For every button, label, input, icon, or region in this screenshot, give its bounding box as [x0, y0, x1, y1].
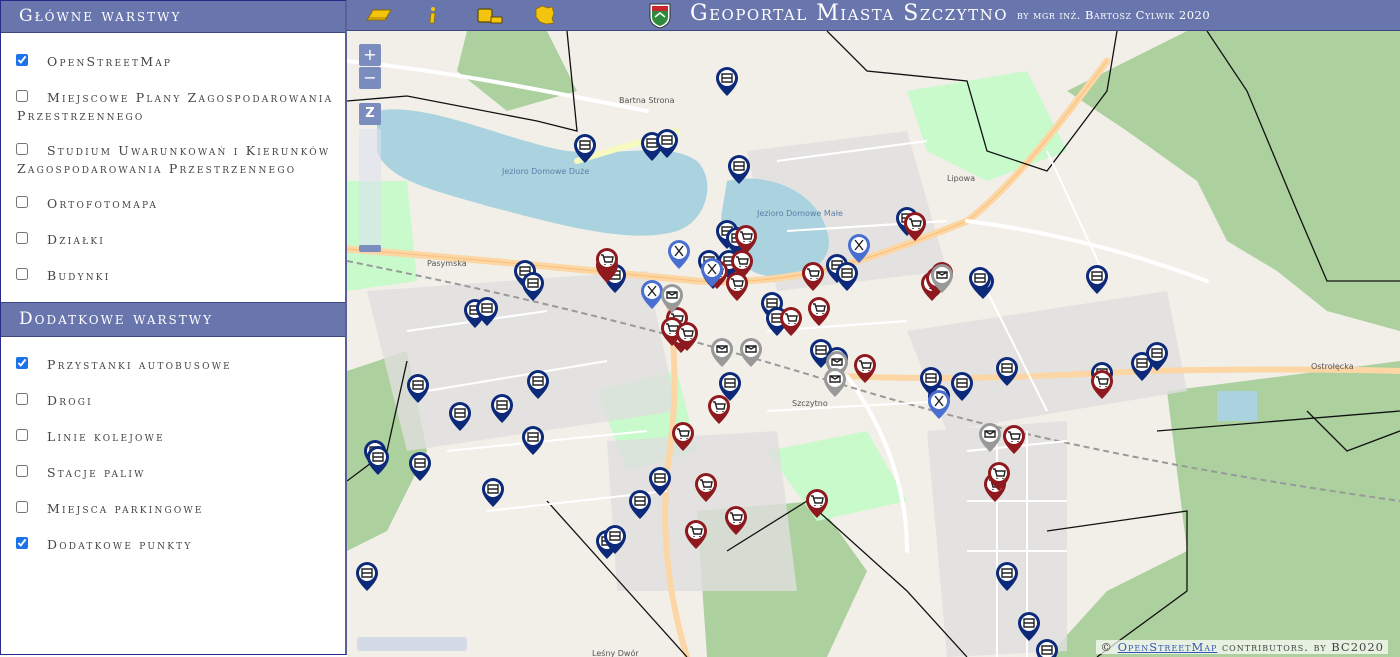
author-byline: by mgr inż. Bartosz Cylwik 2020: [1017, 8, 1211, 22]
city-coat-of-arms-icon: [649, 3, 671, 29]
layer-mpzp-checkbox[interactable]: [16, 90, 28, 102]
zoom-in-button[interactable]: +: [359, 44, 381, 66]
top-bar: Geoportal Miasta Szczytno by mgr inż. Ba…: [347, 0, 1400, 31]
layer-budynki[interactable]: Budynki: [1, 267, 345, 285]
region-icon[interactable]: [535, 5, 555, 25]
measure-area-icon[interactable]: [477, 8, 503, 24]
layers-sidebar: Główne warstwy OpenStreetMap Miejscowe P…: [0, 0, 347, 655]
label-lipowa: Lipowa: [947, 174, 975, 183]
map-view[interactable]: Jezioro Domowe Duże Jezioro Domowe Małe …: [347, 31, 1400, 657]
layer-railways[interactable]: Linie kolejowe: [1, 428, 345, 446]
layer-label: Miejscowe Plany Zagospodarowania Przestr…: [17, 90, 334, 123]
layer-extra-points[interactable]: Dodatkowe punkty: [1, 536, 345, 554]
layer-label: OpenStreetMap: [47, 54, 173, 69]
layer-roads-checkbox[interactable]: [16, 393, 28, 405]
label-lake-small: Jezioro Domowe Małe: [756, 209, 843, 218]
extra-layers-header: Dodatkowe warstwy: [1, 302, 345, 337]
layer-studium-checkbox[interactable]: [16, 143, 28, 155]
layer-openstreetmap-checkbox[interactable]: [16, 54, 28, 66]
layer-parking[interactable]: Miejsca parkingowe: [1, 500, 345, 518]
label-lake-large: Jezioro Domowe Duże: [501, 167, 589, 176]
label-pasymska: Pasymska: [427, 259, 467, 268]
layer-label: Stacje paliw: [47, 465, 146, 480]
layer-label: Dodatkowe punkty: [47, 537, 193, 552]
layer-bus-stops[interactable]: Przystanki autobusowe: [1, 356, 345, 374]
main-layers-header: Główne warstwy: [1, 1, 345, 33]
layer-mpzp[interactable]: Miejscowe Plany Zagospodarowania Przestr…: [1, 89, 345, 125]
layer-label: Ortofotomapa: [47, 196, 159, 211]
layer-budynki-checkbox[interactable]: [16, 268, 28, 280]
layer-label: Przystanki autobusowe: [47, 357, 232, 372]
layer-studium[interactable]: Studium Uwarunkowań i Kierunków Zagospod…: [1, 142, 345, 178]
layer-fuel-stations[interactable]: Stacje paliw: [1, 464, 345, 482]
label-lesny-dwor: Leśny Dwór: [592, 648, 639, 657]
layer-parking-checkbox[interactable]: [16, 501, 28, 513]
zoom-slider-handle[interactable]: [359, 245, 381, 252]
layer-bus-stops-checkbox[interactable]: [16, 357, 28, 369]
layer-extra-points-checkbox[interactable]: [16, 537, 28, 549]
layer-ortofotomapa[interactable]: Ortofotomapa: [1, 195, 345, 213]
zoom-out-button[interactable]: −: [359, 67, 381, 89]
label-ostrolecka: Ostrołęcka: [1311, 362, 1354, 371]
layer-label: Budynki: [47, 268, 111, 283]
osm-attribution-link[interactable]: OpenStreetMap: [1118, 640, 1218, 654]
map-canvas[interactable]: Jezioro Domowe Duże Jezioro Domowe Małe …: [347, 31, 1400, 657]
overview-map-toggle[interactable]: [357, 637, 467, 651]
layer-label: Miejsca parkingowe: [47, 501, 204, 516]
zoom-slider-track[interactable]: [359, 129, 381, 249]
attribution-suffix: contributors. by BC2020: [1217, 640, 1384, 654]
info-icon[interactable]: [429, 7, 436, 24]
label-szczytno: Szczytno: [792, 399, 828, 408]
layer-label: Działki: [47, 232, 106, 247]
zoom-extent-button[interactable]: Z: [359, 103, 381, 125]
attribution-prefix: ©: [1100, 640, 1118, 654]
layer-fuel-stations-checkbox[interactable]: [16, 465, 28, 477]
layer-dzialki-checkbox[interactable]: [16, 232, 28, 244]
layer-railways-checkbox[interactable]: [16, 429, 28, 441]
layer-ortofotomapa-checkbox[interactable]: [16, 196, 28, 208]
layer-label: Drogi: [47, 393, 93, 408]
layer-roads[interactable]: Drogi: [1, 392, 345, 410]
layer-label: Linie kolejowe: [47, 429, 165, 444]
page-title: Geoportal Miasta Szczytno: [690, 1, 1009, 26]
layer-dzialki[interactable]: Działki: [1, 231, 345, 249]
map-attribution: © OpenStreetMap contributors. by BC2020: [1096, 640, 1388, 654]
ruler-icon[interactable]: [366, 9, 392, 21]
layer-openstreetmap[interactable]: OpenStreetMap: [1, 53, 345, 71]
label-bartna-strona: Bartna Strona: [619, 96, 675, 105]
layer-label: Studium Uwarunkowań i Kierunków Zagospod…: [17, 143, 331, 176]
